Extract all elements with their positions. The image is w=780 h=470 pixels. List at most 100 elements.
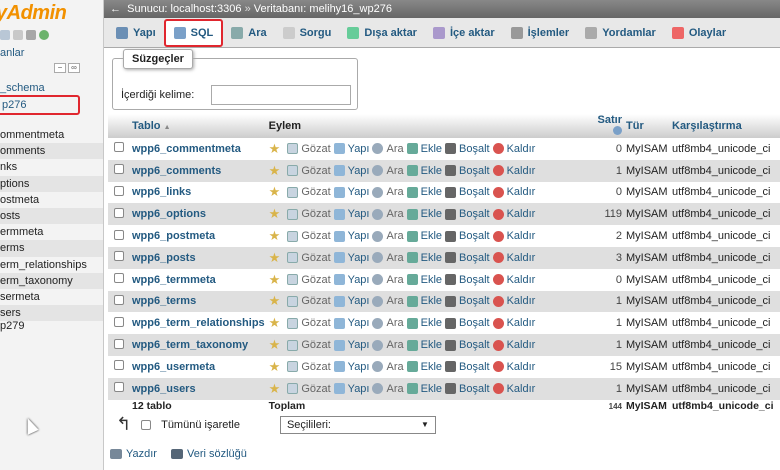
tab-search[interactable]: Ara [223, 21, 274, 45]
help-icon[interactable] [613, 126, 622, 135]
favorite-star-icon[interactable]: ★ [269, 359, 281, 375]
collapse-arrow-icon[interactable]: ← [110, 3, 121, 15]
header-collation[interactable]: Karşılaştırma [670, 114, 780, 138]
db-other[interactable]: p279 [0, 320, 24, 332]
action-browse[interactable]: Gözat [287, 230, 331, 242]
row-checkbox[interactable] [114, 207, 124, 218]
db-selected[interactable]: p276 [0, 95, 80, 115]
action-empty[interactable]: Boşalt [445, 252, 490, 264]
header-rows[interactable]: Satır [595, 114, 624, 138]
row-checkbox[interactable] [114, 316, 124, 327]
row-checkbox[interactable] [114, 251, 124, 262]
row-checkbox[interactable] [114, 338, 124, 349]
tab-routines[interactable]: Yordamlar [577, 21, 664, 45]
action-search[interactable]: Ara [372, 361, 404, 373]
home-icon[interactable] [0, 30, 10, 40]
action-empty[interactable]: Boşalt [445, 165, 490, 177]
table-name-link[interactable]: wpp6_postmeta [130, 225, 267, 247]
action-insert[interactable]: Ekle [406, 383, 442, 395]
tab-import[interactable]: İçe aktar [425, 21, 503, 45]
breadcrumb-database[interactable]: Veritabanı: melihy16_wp276 [254, 3, 392, 15]
tab-query[interactable]: Sorgu [275, 21, 340, 45]
favorite-star-icon[interactable]: ★ [269, 337, 281, 353]
nav-table-item[interactable]: ostmeta [0, 192, 103, 208]
nav-table-item[interactable]: erm_taxonomy [0, 272, 103, 289]
nav-table-item[interactable]: nks [0, 159, 103, 175]
action-search[interactable]: Ara [372, 317, 404, 329]
action-empty[interactable]: Boşalt [445, 295, 490, 307]
logo[interactable]: yAdmin [0, 2, 67, 25]
action-empty[interactable]: Boşalt [445, 186, 490, 198]
action-insert[interactable]: Ekle [406, 208, 442, 220]
table-name-link[interactable]: wpp6_commentmeta [130, 138, 267, 160]
print-link[interactable]: Yazdır [110, 448, 157, 460]
action-insert[interactable]: Ekle [406, 361, 442, 373]
filter-input[interactable] [211, 85, 351, 105]
action-empty[interactable]: Boşalt [445, 317, 490, 329]
action-browse[interactable]: Gözat [287, 143, 331, 155]
action-drop[interactable]: Kaldır [492, 143, 535, 155]
action-structure[interactable]: Yapı [333, 143, 369, 155]
action-drop[interactable]: Kaldır [492, 383, 535, 395]
row-checkbox[interactable] [114, 164, 124, 175]
action-empty[interactable]: Boşalt [445, 230, 490, 242]
header-table[interactable]: Tablo ▲ [130, 114, 267, 138]
with-selected-dropdown[interactable]: Seçilileri: ▼ [279, 415, 436, 434]
nav-table-item[interactable]: erm_relationships [0, 257, 103, 273]
row-checkbox[interactable] [114, 185, 124, 196]
table-name-link[interactable]: wpp6_usermeta [130, 355, 267, 378]
action-search[interactable]: Ara [372, 230, 404, 242]
reload-icon[interactable] [39, 30, 49, 40]
action-insert[interactable]: Ekle [406, 186, 442, 198]
action-browse[interactable]: Gözat [287, 208, 331, 220]
action-drop[interactable]: Kaldır [492, 252, 535, 264]
action-browse[interactable]: Gözat [287, 361, 331, 373]
favorite-star-icon[interactable]: ★ [269, 163, 281, 179]
action-browse[interactable]: Gözat [287, 252, 331, 264]
table-name-link[interactable]: wpp6_termmeta [130, 268, 267, 291]
breadcrumb-server[interactable]: Sunucu: localhost:3306 [127, 3, 241, 15]
nav-table-item[interactable]: sers [0, 305, 103, 322]
action-search[interactable]: Ara [372, 208, 404, 220]
table-name-link[interactable]: wpp6_term_relationships [130, 312, 267, 335]
table-name-link[interactable]: wpp6_links [130, 181, 267, 204]
action-browse[interactable]: Gözat [287, 274, 331, 286]
action-browse[interactable]: Gözat [287, 317, 331, 329]
table-name-link[interactable]: wpp6_posts [130, 246, 267, 269]
action-insert[interactable]: Ekle [406, 252, 442, 264]
action-drop[interactable]: Kaldır [492, 274, 535, 286]
action-insert[interactable]: Ekle [406, 143, 442, 155]
recent-favorites-label[interactable]: anlar [0, 47, 24, 59]
header-type[interactable]: Tür [624, 114, 670, 138]
action-search[interactable]: Ara [372, 274, 404, 286]
favorite-star-icon[interactable]: ★ [269, 141, 281, 157]
action-search[interactable]: Ara [372, 252, 404, 264]
action-drop[interactable]: Kaldır [492, 186, 535, 198]
favorite-star-icon[interactable]: ★ [269, 293, 281, 309]
nav-table-item[interactable]: osts [0, 207, 103, 225]
nav-table-item[interactable]: ommentmeta [0, 127, 103, 143]
favorite-star-icon[interactable]: ★ [269, 315, 281, 331]
table-name-link[interactable]: wpp6_users [130, 377, 267, 400]
favorite-star-icon[interactable]: ★ [269, 272, 281, 288]
action-structure[interactable]: Yapı [333, 165, 369, 177]
action-structure[interactable]: Yapı [333, 274, 369, 286]
db-information-schema[interactable]: _schema [0, 82, 45, 94]
tab-sql[interactable]: SQL [163, 18, 224, 47]
action-empty[interactable]: Boşalt [445, 143, 490, 155]
nav-table-item[interactable]: omments [0, 143, 103, 160]
action-insert[interactable]: Ekle [406, 274, 442, 286]
action-structure[interactable]: Yapı [333, 317, 369, 329]
favorite-star-icon[interactable]: ★ [269, 381, 281, 397]
action-insert[interactable]: Ekle [406, 230, 442, 242]
action-drop[interactable]: Kaldır [492, 295, 535, 307]
favorite-star-icon[interactable]: ★ [269, 228, 281, 244]
row-checkbox[interactable] [114, 229, 124, 240]
action-structure[interactable]: Yapı [333, 339, 369, 351]
action-drop[interactable]: Kaldır [492, 208, 535, 220]
favorite-star-icon[interactable]: ★ [269, 184, 281, 200]
action-insert[interactable]: Ekle [406, 165, 442, 177]
tab-export[interactable]: Dışa aktar [339, 21, 425, 45]
action-structure[interactable]: Yapı [333, 208, 369, 220]
action-structure[interactable]: Yapı [333, 295, 369, 307]
